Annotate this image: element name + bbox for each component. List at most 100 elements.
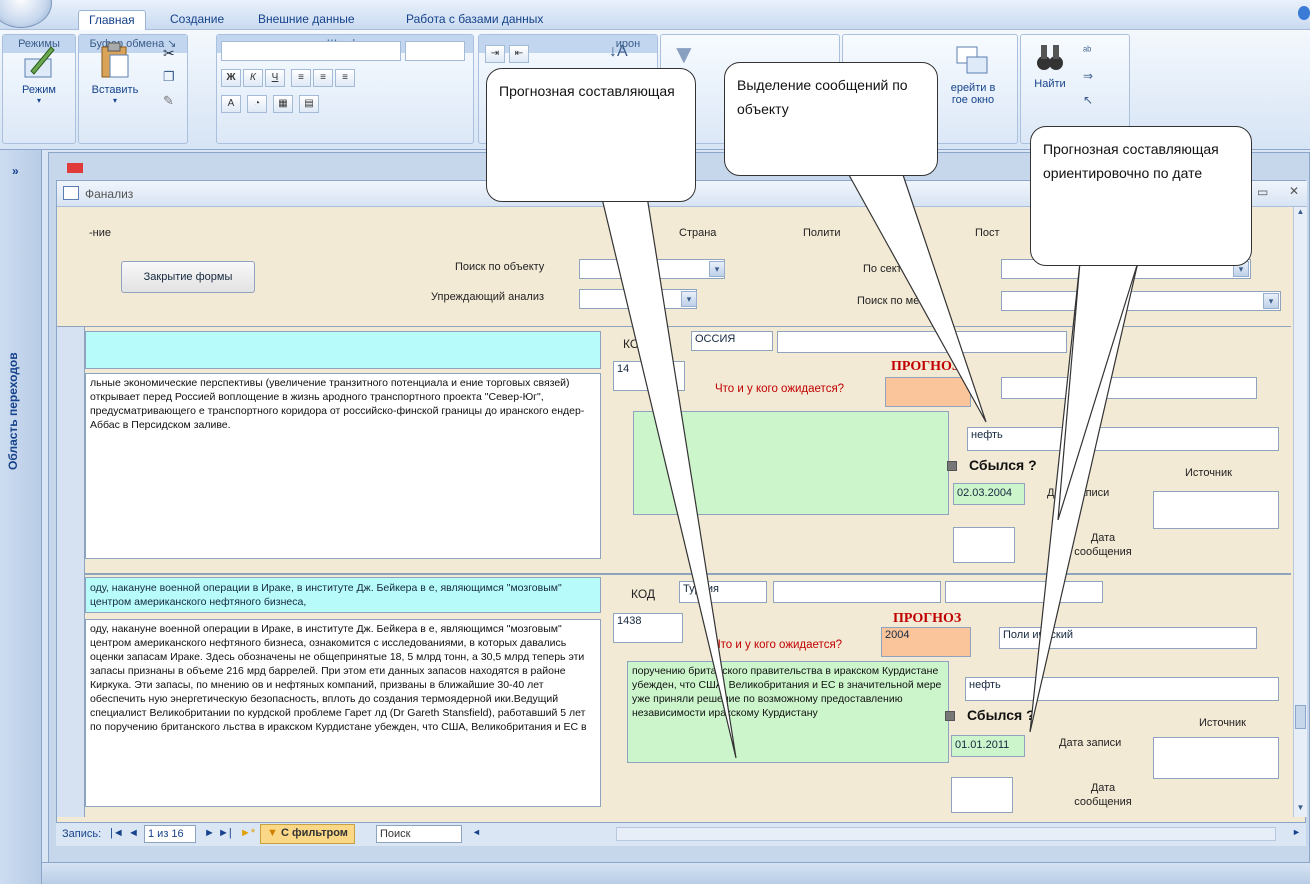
outdent-icon[interactable]: ⇤ <box>509 45 529 63</box>
record-1: льные экономические перспективы (увеличе… <box>85 327 1291 575</box>
callout-object-selection: Выделение сообщений по объекту <box>724 62 938 176</box>
paste-button[interactable]: Вставить ▾ <box>85 41 145 105</box>
table-icon <box>67 163 83 173</box>
horizontal-scrollbar[interactable] <box>616 827 1276 841</box>
object-field[interactable]: нефть <box>965 677 1279 701</box>
scroll-up-icon[interactable]: ▲ <box>1294 207 1307 221</box>
source-field[interactable] <box>1153 737 1279 779</box>
record-title-field[interactable]: оду, накануне военной операции в Ираке, … <box>85 577 601 613</box>
previous-record-icon[interactable]: ◄ <box>128 827 139 839</box>
format-painter-icon[interactable]: ✎ <box>163 93 174 109</box>
underline-button[interactable]: Ч <box>265 69 285 87</box>
scroll-down-icon[interactable]: ▼ <box>1294 803 1307 817</box>
filter-toggle-button[interactable]: ▼ С фильтром <box>260 824 355 844</box>
record-selector-column[interactable] <box>57 327 85 817</box>
fill-color-icon[interactable]: ◔ <box>247 95 267 113</box>
help-icon[interactable] <box>1298 6 1310 20</box>
forecast-text-field[interactable] <box>633 411 949 515</box>
column-label-political: Полити <box>803 227 841 239</box>
bold-button[interactable]: Ж <box>221 69 241 87</box>
indent-icon[interactable]: ⇥ <box>485 45 505 63</box>
extra-field[interactable] <box>777 331 1067 353</box>
first-record-icon[interactable]: |◄ <box>110 827 124 839</box>
font-name-combo[interactable] <box>221 41 401 61</box>
align-center-icon[interactable]: ≡ <box>313 69 333 87</box>
align-left-icon[interactable]: ≡ <box>291 69 311 87</box>
came-true-checkbox[interactable] <box>947 461 957 471</box>
record-date-field[interactable]: 02.03.2004 <box>953 483 1025 505</box>
tab-home[interactable]: Главная <box>78 10 146 30</box>
record-position-field[interactable]: 1 из 16 <box>144 825 196 843</box>
select-icon[interactable]: ↖ <box>1083 93 1093 107</box>
record-id-field[interactable]: 14 <box>613 361 685 391</box>
message-date-field[interactable] <box>953 527 1015 563</box>
extra-field[interactable] <box>773 581 941 603</box>
binoculars-icon <box>1037 45 1063 70</box>
code-label: КОД <box>623 337 648 351</box>
navigation-pane-label[interactable]: Область переходов <box>6 352 20 470</box>
record-body-field[interactable]: льные экономические перспективы (увеличе… <box>85 373 601 559</box>
came-true-checkbox[interactable] <box>945 711 955 721</box>
record-date-field[interactable]: 01.01.2011 <box>951 735 1025 757</box>
font-color-icon[interactable]: A <box>221 95 241 113</box>
form-title: Фанализ <box>85 187 134 201</box>
vertical-scrollbar[interactable]: ▲ ▼ <box>1293 207 1307 817</box>
italic-button[interactable]: К <box>243 69 263 87</box>
filter-icon[interactable]: ▼ <box>671 39 697 70</box>
alternate-fill-icon[interactable]: ▤ <box>299 95 319 113</box>
tab-create[interactable]: Создание <box>160 10 234 30</box>
goto-icon[interactable]: ⇒ <box>1083 69 1093 83</box>
record-search-field[interactable]: Поиск <box>376 825 462 843</box>
search-documents-combo[interactable] <box>1001 291 1281 311</box>
paste-icon <box>101 42 129 78</box>
object-field[interactable]: нефть <box>967 427 1279 451</box>
copy-icon[interactable]: ❐ <box>163 69 175 85</box>
message-date-field[interactable] <box>951 777 1013 813</box>
tab-database-tools[interactable]: Работа с базами данных <box>396 10 553 30</box>
scroll-left-icon[interactable]: ◄ <box>472 827 481 837</box>
next-record-icon[interactable]: ► <box>204 827 215 839</box>
type-field[interactable]: Поли ический <box>999 627 1257 649</box>
last-record-icon[interactable]: ►| <box>218 827 232 839</box>
extra-field-2[interactable] <box>945 581 1103 603</box>
scroll-thumb[interactable] <box>1295 705 1306 729</box>
record-body-field[interactable]: оду, накануне военной операции в Ираке, … <box>85 619 601 807</box>
scroll-right-icon[interactable]: ► <box>1292 827 1301 837</box>
search-object-combo[interactable] <box>579 259 725 279</box>
search-documents-dropdown-icon[interactable]: ▾ <box>1263 293 1279 309</box>
column-label-country: Страна <box>679 227 717 239</box>
new-record-icon[interactable]: ►* <box>240 827 255 839</box>
tab-external-data[interactable]: Внешние данные <box>248 10 365 30</box>
record-date-label: Дата записи <box>1047 487 1110 499</box>
replace-icon[interactable]: ᵃᵇ <box>1083 45 1091 57</box>
expected-value-field[interactable] <box>885 377 971 407</box>
align-right-icon[interactable]: ≡ <box>335 69 355 87</box>
search-object-label: Поиск по объекту <box>455 261 545 273</box>
gridlines-icon[interactable]: ▦ <box>273 95 293 113</box>
minimize-icon[interactable]: ▭ <box>1257 185 1268 199</box>
type-field[interactable] <box>1001 377 1257 399</box>
office-button[interactable] <box>0 0 52 28</box>
record-title-field[interactable] <box>85 331 601 369</box>
record-navigation-bar: Запись: |◄ ◄ 1 из 16 ► ►| ►* ▼ С фильтро… <box>56 822 1306 846</box>
country-field[interactable]: Турция <box>679 581 767 603</box>
switch-windows-button[interactable]: ерейти в гое окно <box>933 45 1013 106</box>
source-field[interactable] <box>1153 491 1279 529</box>
expected-value-field[interactable]: 2004 <box>881 627 971 657</box>
sort-ascending-icon[interactable]: ↓A <box>609 43 628 61</box>
font-size-combo[interactable] <box>405 41 465 61</box>
close-form-button[interactable]: Закрытие формы <box>121 261 255 293</box>
title-bar: Главная Создание Внешние данные Работа с… <box>0 0 1310 30</box>
close-icon[interactable]: ✕ <box>1289 184 1299 198</box>
find-button[interactable]: Найти <box>1025 41 1075 90</box>
nav-pane-toggle[interactable]: » <box>12 164 19 178</box>
search-object-dropdown-icon[interactable]: ▾ <box>709 261 725 277</box>
message-date-label: Дата сообщения <box>1074 532 1132 558</box>
anticipatory-analysis-combo[interactable] <box>579 289 697 309</box>
forecast-text-field[interactable]: поручению британского правительства в ир… <box>627 661 949 763</box>
record-id-field[interactable]: 1438 <box>613 613 683 643</box>
anticipatory-dropdown-icon[interactable]: ▾ <box>681 291 697 307</box>
view-mode-button[interactable]: Режим ▾ <box>7 41 71 105</box>
cut-icon[interactable]: ✂ <box>163 45 175 62</box>
country-field[interactable]: ОССИЯ <box>691 331 773 351</box>
